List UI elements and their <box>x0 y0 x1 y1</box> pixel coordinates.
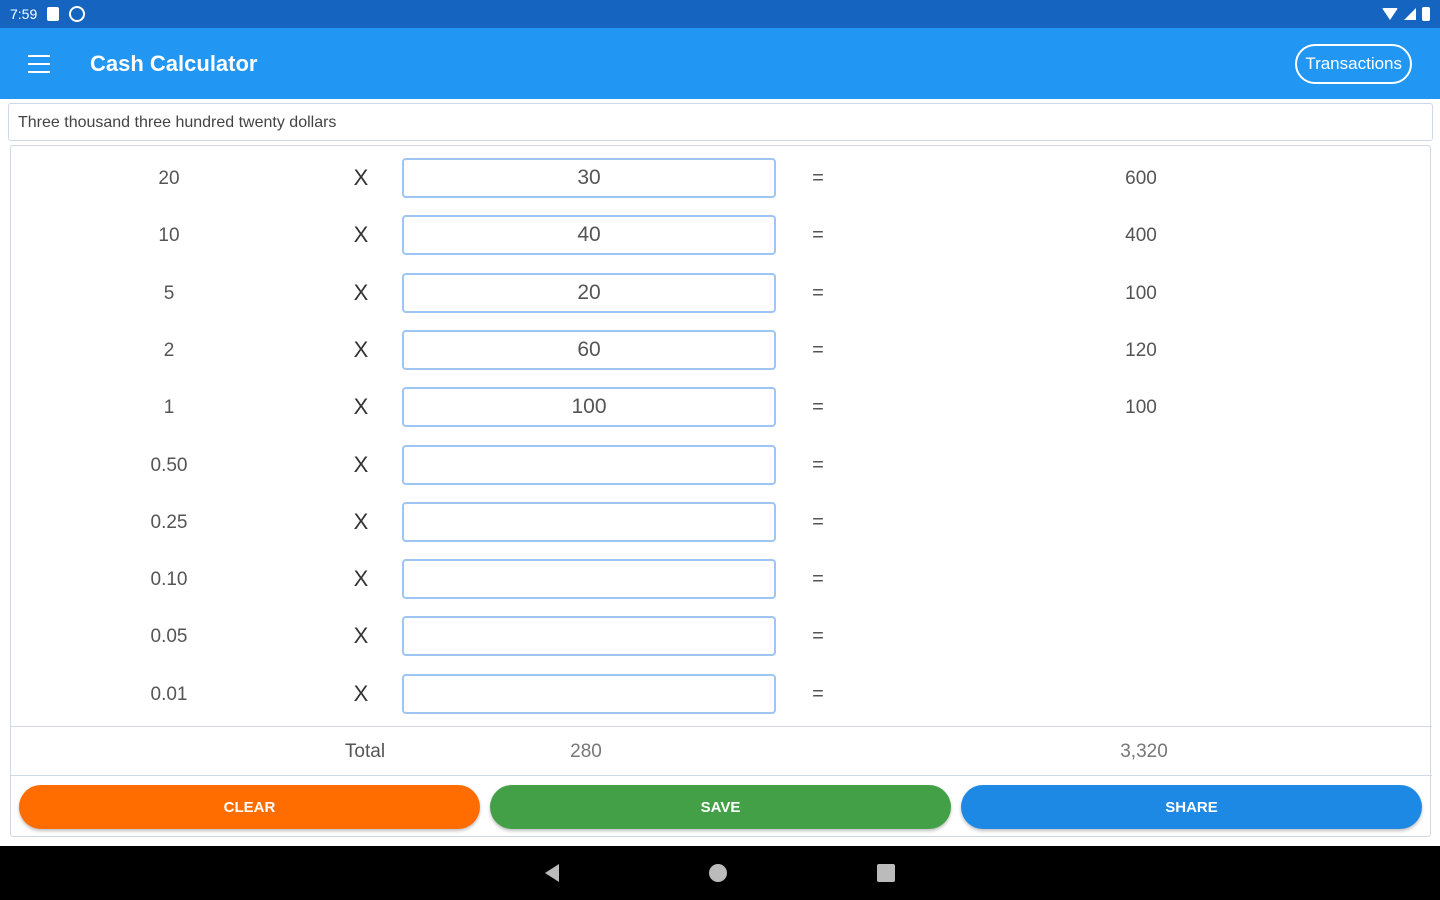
amount-value: 120 <box>1125 339 1157 361</box>
denomination-row: 20 X = 600 <box>11 158 1432 198</box>
menu-icon[interactable] <box>28 54 52 73</box>
multiply-sign: X <box>353 680 369 706</box>
denomination-value: 0.05 <box>150 626 188 648</box>
recent-apps-icon[interactable] <box>877 864 895 882</box>
multiply-sign: X <box>353 566 369 592</box>
denomination-value: 0.25 <box>150 511 188 533</box>
equals-sign: = <box>812 224 824 247</box>
total-label: Total <box>344 741 386 762</box>
denomination-row: 0.05 X = <box>11 616 1432 657</box>
amount-value: 100 <box>1125 397 1157 419</box>
battery-icon <box>1422 7 1430 21</box>
denomination-row: 0.10 X = <box>11 559 1432 600</box>
denomination-row: 10 X = 400 <box>11 215 1432 256</box>
equals-sign: = <box>812 625 824 648</box>
equals-sign: = <box>812 281 824 304</box>
sd-card-icon <box>47 7 60 21</box>
wifi-icon <box>1382 8 1398 20</box>
quantity-input[interactable] <box>402 272 776 313</box>
sync-icon <box>69 6 86 22</box>
quantity-input[interactable] <box>402 215 776 256</box>
denomination-value: 1 <box>163 397 175 419</box>
total-count: 280 <box>570 741 602 762</box>
equals-sign: = <box>812 510 824 533</box>
equals-sign: = <box>812 396 824 419</box>
quantity-input[interactable] <box>402 501 776 542</box>
equals-sign: = <box>812 338 824 361</box>
app-title: Cash Calculator <box>90 50 258 76</box>
total-sum: 3,320 <box>1120 741 1168 762</box>
quantity-input[interactable] <box>402 559 776 600</box>
multiply-sign: X <box>353 394 369 420</box>
denomination-value: 2 <box>163 339 175 361</box>
status-time: 7:59 <box>10 6 38 22</box>
denomination-row: 2 X = 120 <box>11 329 1432 370</box>
total-row: Total 280 3,320 <box>11 726 1432 776</box>
amount-value: 400 <box>1125 225 1157 247</box>
amount-in-words: Three thousand three hundred twenty doll… <box>8 103 1433 141</box>
multiply-sign: X <box>353 165 369 190</box>
multiply-sign: X <box>353 279 369 305</box>
app-bar: Cash Calculator Transactions <box>0 28 1440 99</box>
equals-sign: = <box>812 167 824 189</box>
back-icon[interactable] <box>545 864 559 882</box>
status-right <box>1382 7 1430 21</box>
clear-button[interactable]: CLEAR <box>19 785 480 829</box>
denomination-value: 20 <box>158 168 180 189</box>
quantity-input[interactable] <box>402 329 776 370</box>
multiply-sign: X <box>353 336 369 362</box>
share-button[interactable]: SHARE <box>961 785 1422 829</box>
denomination-value: 5 <box>163 282 175 304</box>
transactions-button[interactable]: Transactions <box>1295 43 1412 84</box>
quantity-input[interactable] <box>402 616 776 657</box>
quantity-input[interactable] <box>402 387 776 428</box>
quantity-input[interactable] <box>402 444 776 485</box>
signal-icon <box>1404 8 1416 20</box>
multiply-sign: X <box>353 222 369 248</box>
equals-sign: = <box>812 453 824 476</box>
denomination-row: 0.25 X = <box>11 501 1432 542</box>
multiply-sign: X <box>353 508 369 534</box>
multiply-sign: X <box>353 451 369 477</box>
amount-value: 600 <box>1125 168 1157 189</box>
denomination-row: 1 X = 100 <box>11 387 1432 428</box>
navigation-bar <box>0 846 1440 900</box>
denomination-row: 0.01 X = <box>11 673 1432 714</box>
quantity-input[interactable] <box>402 158 776 198</box>
home-icon[interactable] <box>709 864 727 882</box>
denomination-value: 10 <box>158 225 180 247</box>
equals-sign: = <box>812 568 824 591</box>
denomination-value: 0.01 <box>150 683 188 705</box>
denomination-value: 0.50 <box>150 454 188 476</box>
quantity-input[interactable] <box>402 673 776 714</box>
status-left: 7:59 <box>10 6 86 22</box>
amount-value: 100 <box>1125 282 1157 304</box>
save-button[interactable]: SAVE <box>490 785 951 829</box>
denomination-row: 5 X = 100 <box>11 272 1432 313</box>
calculator-card: 20X=60010X=4005X=1002X=1201X=1000.50X=0.… <box>10 145 1432 837</box>
denomination-row: 0.50 X = <box>11 444 1432 485</box>
equals-sign: = <box>812 682 824 705</box>
multiply-sign: X <box>353 623 369 649</box>
status-bar: 7:59 <box>0 0 1440 28</box>
denomination-value: 0.10 <box>150 569 188 591</box>
